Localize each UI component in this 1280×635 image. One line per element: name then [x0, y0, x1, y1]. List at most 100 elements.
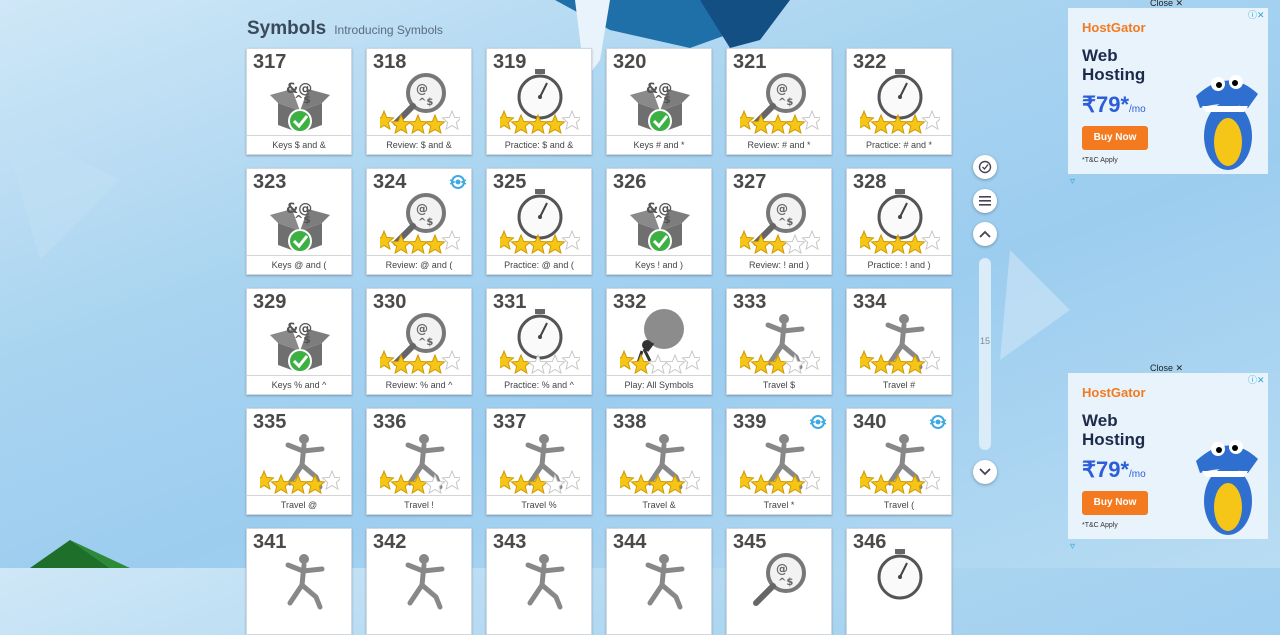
lesson-tile-334[interactable]: 334 Travel # — [846, 288, 952, 395]
lesson-tile-323[interactable]: 323 &@ ^$ Keys @ and ( — [246, 168, 352, 275]
magnifier-icon: @ ^$ — [753, 553, 806, 606]
lesson-label: Review: # and * — [727, 135, 831, 154]
lesson-label: Review: ! and ) — [727, 255, 831, 274]
ad-info-icon[interactable]: ⓘ✕ — [1248, 373, 1265, 386]
check-circle-icon — [978, 160, 992, 174]
lesson-tile-346[interactable]: 346 — [846, 528, 952, 635]
hosting-ad[interactable]: HostGator Web Hosting ₹79*/mo Buy Now *T&… — [1068, 373, 1268, 539]
box-icon: &@ ^$ — [630, 81, 690, 133]
lesson-tile-321[interactable]: 321 @ ^$ Review: # and * — [726, 48, 832, 155]
ad-marker-icon: ▿ — [1070, 541, 1076, 552]
svg-text:@: @ — [776, 82, 788, 96]
lesson-tile-322[interactable]: 322 Practice: # and * — [846, 48, 952, 155]
lesson-tile-331[interactable]: 331 Practice: % and ^ — [486, 288, 592, 395]
svg-text:^$: ^$ — [418, 337, 433, 348]
lesson-label: Travel @ — [247, 495, 351, 514]
chevron-up-icon — [979, 230, 991, 238]
ad-headline: Web Hosting — [1082, 411, 1146, 449]
list-icon — [979, 196, 991, 206]
lesson-tile-337[interactable]: 337 Travel % — [486, 408, 592, 515]
runner-icon — [860, 434, 940, 495]
lesson-label: Play: All Symbols — [607, 375, 711, 394]
svg-text:^$: ^$ — [778, 577, 793, 588]
runner-icon — [405, 554, 445, 610]
check-filter-button[interactable] — [973, 155, 997, 179]
lesson-tile-338[interactable]: 338 Travel & — [606, 408, 712, 515]
svg-text:^$: ^$ — [294, 93, 311, 106]
runner-icon — [525, 554, 565, 610]
magnifier-icon: @ ^$ — [740, 73, 820, 135]
ad-buy-button[interactable]: Buy Now — [1082, 126, 1148, 150]
ad-marker-icon: ▿ — [1070, 176, 1076, 187]
svg-text:@: @ — [416, 202, 428, 216]
lesson-tile-329[interactable]: 329 &@ ^$ Keys % and ^ — [246, 288, 352, 395]
ad-terms: *T&C Apply — [1082, 522, 1118, 529]
lesson-label: Keys # and * — [607, 135, 711, 154]
lesson-tile-341[interactable]: 341 — [246, 528, 352, 635]
section-subtitle: Introducing Symbols — [334, 23, 443, 37]
lesson-tile-344[interactable]: 344 — [606, 528, 712, 635]
gator-mascot-icon — [1196, 75, 1258, 170]
ad-price: ₹79*/mo — [1082, 92, 1146, 117]
lesson-tile-339[interactable]: 339 Travel * — [726, 408, 832, 515]
runner-icon — [260, 434, 340, 495]
lesson-tile-342[interactable]: 342 — [366, 528, 472, 635]
ad-info-icon[interactable]: ⓘ✕ — [1248, 8, 1265, 21]
lesson-tile-340[interactable]: 340 Travel ( — [846, 408, 952, 515]
lesson-label: Travel * — [727, 495, 831, 514]
lesson-tile-318[interactable]: 318 @ ^$ Review: $ and & — [366, 48, 472, 155]
lesson-tile-320[interactable]: 320 &@ ^$ Keys # and * — [606, 48, 712, 155]
lesson-tile-332[interactable]: 332 Play: All Symbols — [606, 288, 712, 395]
lesson-label: Review: % and ^ — [367, 375, 471, 394]
runner-icon — [740, 434, 820, 495]
lesson-tile-325[interactable]: 325 Practice: @ and ( — [486, 168, 592, 275]
lesson-tile-324[interactable]: 324 @ ^$ Review: @ and ( — [366, 168, 472, 275]
runner-icon — [285, 554, 325, 610]
lesson-tile-333[interactable]: 333 Travel $ — [726, 288, 832, 395]
svg-text:^$: ^$ — [778, 217, 793, 228]
svg-text:@: @ — [776, 202, 788, 216]
menu-button[interactable] — [973, 189, 997, 213]
lesson-tile-326[interactable]: 326 &@ ^$ Keys ! and ) — [606, 168, 712, 275]
lesson-label: Travel $ — [727, 375, 831, 394]
svg-text:^$: ^$ — [418, 97, 433, 108]
magnifier-icon: @ ^$ — [380, 73, 460, 135]
magnifier-icon: @ ^$ — [380, 313, 460, 375]
svg-text:^$: ^$ — [654, 213, 671, 226]
lesson-tile-343[interactable]: 343 — [486, 528, 592, 635]
lesson-tile-336[interactable]: 336 Travel ! — [366, 408, 472, 515]
lesson-label: Practice: % and ^ — [487, 375, 591, 394]
ad-buy-button[interactable]: Buy Now — [1082, 491, 1148, 515]
runner-icon — [645, 554, 685, 610]
section-title: Symbols — [247, 18, 327, 39]
lesson-label: Travel # — [847, 375, 951, 394]
ad-headline: Web Hosting — [1082, 46, 1146, 84]
lesson-label: Travel % — [487, 495, 591, 514]
lesson-tile-345[interactable]: 345 @ ^$ — [726, 528, 832, 635]
lesson-label: Keys ! and ) — [607, 255, 711, 274]
lesson-tile-327[interactable]: 327 @ ^$ Review: ! and ) — [726, 168, 832, 275]
box-icon: &@ ^$ — [270, 321, 330, 373]
lesson-tile-335[interactable]: 335 Travel @ — [246, 408, 352, 515]
stopwatch-icon — [877, 549, 923, 600]
lesson-tile-319[interactable]: 319 Practice: $ and & — [486, 48, 592, 155]
lesson-label: Keys $ and & — [247, 135, 351, 154]
lesson-label: Keys @ and ( — [247, 255, 351, 274]
svg-text:@: @ — [416, 322, 428, 336]
boulder-icon — [620, 309, 700, 375]
scroll-track[interactable] — [979, 258, 991, 450]
lesson-label: Practice: # and * — [847, 135, 951, 154]
lesson-tile-317[interactable]: 317 &@ ^$ Keys $ and & — [246, 48, 352, 155]
lesson-label: Practice: $ and & — [487, 135, 591, 154]
runner-icon — [620, 434, 700, 495]
lesson-tile-330[interactable]: 330 @ ^$ Review: % and ^ — [366, 288, 472, 395]
svg-text:@: @ — [776, 562, 788, 576]
svg-text:^$: ^$ — [778, 97, 793, 108]
scroll-down-button[interactable] — [973, 460, 997, 484]
page-indicator: 15 — [979, 336, 990, 346]
scroll-up-button[interactable] — [973, 222, 997, 246]
lesson-tile-328[interactable]: 328 Practice: ! and ) — [846, 168, 952, 275]
lesson-label: Travel ( — [847, 495, 951, 514]
hosting-ad[interactable]: HostGator Web Hosting ₹79*/mo Buy Now *T&… — [1068, 8, 1268, 174]
svg-text:^$: ^$ — [294, 333, 311, 346]
